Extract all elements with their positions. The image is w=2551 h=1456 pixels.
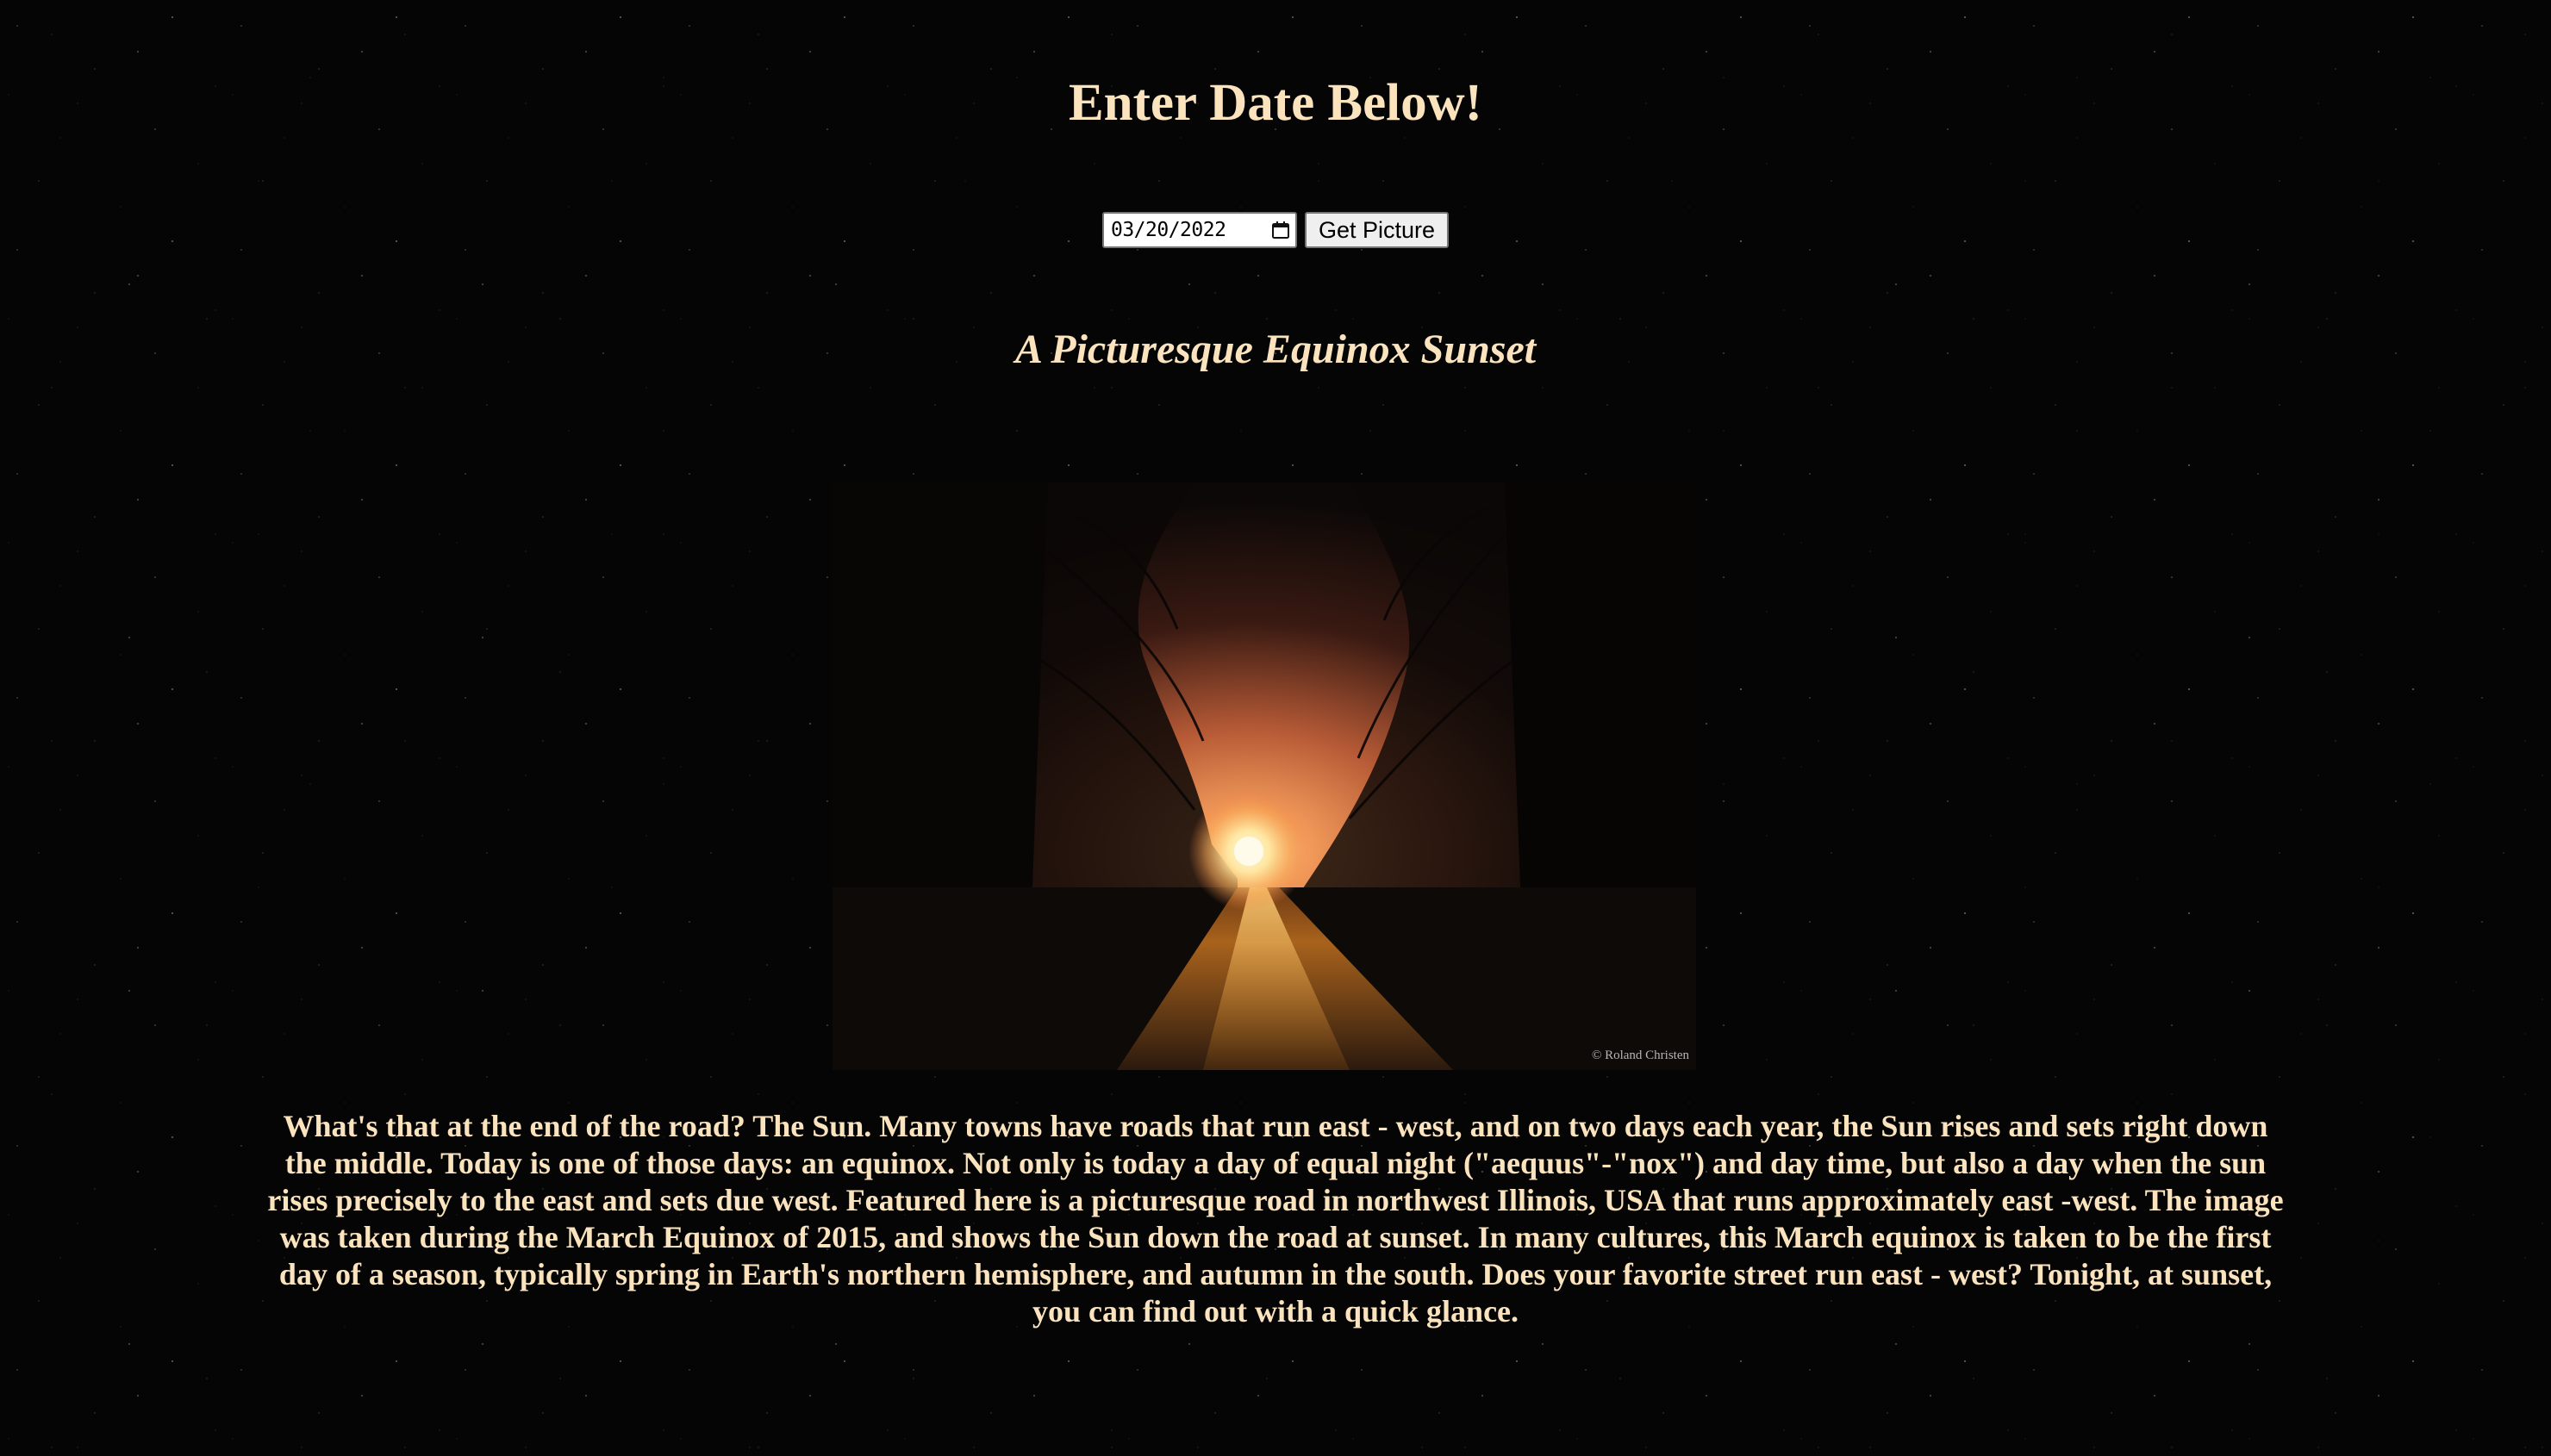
calendar-icon[interactable] [1271, 221, 1290, 240]
date-input[interactable]: 03/20/2022 [1101, 212, 1297, 248]
image-credit: © Roland Christen [1591, 1048, 1689, 1062]
apod-image: © Roland Christen [833, 482, 1696, 1070]
get-picture-button[interactable]: Get Picture [1304, 212, 1450, 248]
date-form: 03/20/2022 Get Picture [0, 212, 2551, 248]
page-heading: Enter Date Below! [1069, 74, 1482, 132]
sunset-road-photo [833, 482, 1696, 1070]
date-value[interactable]: 03/20/2022 [1111, 219, 1271, 241]
page: Enter Date Below! 03/20/2022 Get Picture… [0, 0, 2551, 1456]
picture-title: A Picturesque Equinox Sunset [1014, 327, 1537, 372]
picture-explanation: What's that at the end of the road? The … [267, 1109, 2284, 1328]
